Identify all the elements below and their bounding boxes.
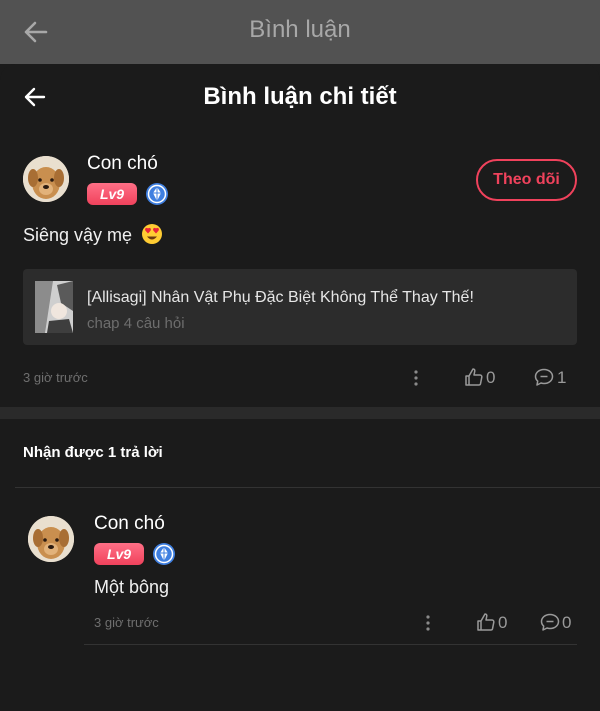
reply-comment-icon[interactable]	[540, 613, 560, 637]
reply-more-vertical-icon[interactable]	[420, 614, 436, 637]
reply-level-badge: Lv9	[94, 543, 144, 565]
comment-text: Siêng vậy mẹ	[23, 223, 163, 250]
thumbs-up-icon[interactable]	[464, 367, 484, 392]
manga-chapter: chap 4 câu hỏi	[87, 315, 185, 332]
comment-username[interactable]: Con chó	[87, 153, 158, 175]
comment-detail-sheet: Bình luận chi tiết Con chó Lv9 Theo dõi …	[0, 64, 600, 711]
like-count: 0	[486, 368, 496, 387]
sheet-header: Bình luận chi tiết	[0, 64, 600, 134]
reply-like-count: 0	[498, 613, 508, 632]
replies-divider	[15, 487, 600, 488]
comment-text-content: Siêng vậy mẹ	[23, 225, 133, 245]
reply-thumbs-up-icon[interactable]	[476, 612, 496, 637]
sheet-title: Bình luận chi tiết	[203, 83, 397, 110]
heart-eyes-emoji-icon	[141, 223, 163, 250]
follow-button[interactable]: Theo dõi	[476, 159, 577, 201]
section-separator	[0, 407, 600, 419]
reply-timestamp: 3 giờ trước	[94, 615, 159, 630]
reply-sapphire-tier-icon	[152, 542, 176, 566]
manga-cover-thumbnail	[35, 281, 73, 333]
more-vertical-icon[interactable]	[408, 369, 424, 392]
avatar[interactable]	[23, 156, 69, 202]
manga-link-card[interactable]: [Allisagi] Nhân Vật Phụ Đặc Biệt Không T…	[23, 269, 577, 345]
reply-count: 1	[557, 368, 567, 387]
background-page-title: Bình luận	[249, 16, 351, 43]
manga-title: [Allisagi] Nhân Vật Phụ Đặc Biệt Không T…	[87, 289, 474, 306]
reply-text: Một bông	[94, 577, 170, 597]
comment-icon[interactable]	[534, 368, 554, 392]
reply-divider	[84, 644, 577, 645]
reply-username[interactable]: Con chó	[94, 513, 165, 535]
comment-timestamp: 3 giờ trước	[23, 370, 88, 385]
sapphire-tier-icon	[145, 182, 169, 206]
reply-avatar[interactable]	[28, 516, 74, 562]
background-header: Bình luận	[0, 0, 600, 64]
level-badge: Lv9	[87, 183, 137, 205]
replies-heading: Nhận được 1 trả lời	[23, 444, 163, 461]
reply-reply-count: 0	[562, 613, 572, 632]
